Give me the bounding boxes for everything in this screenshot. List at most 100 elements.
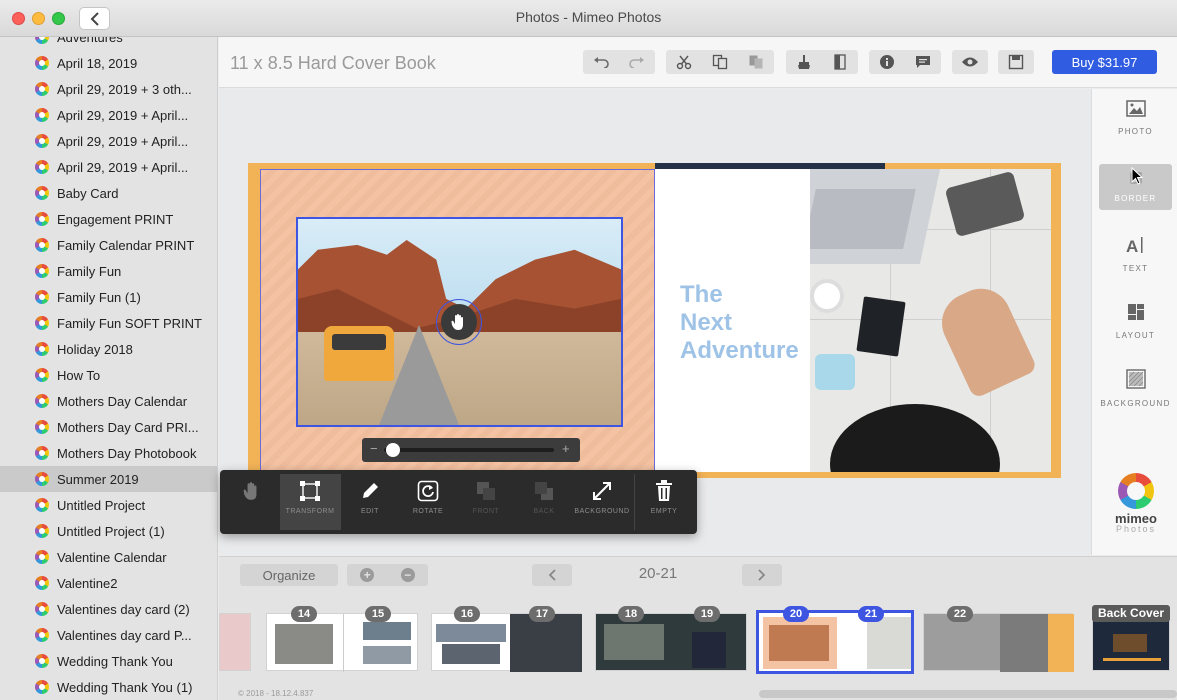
project-item[interactable]: Untitled Project (1) — [0, 518, 217, 544]
cut-icon — [676, 55, 692, 70]
redo-button[interactable] — [619, 50, 655, 74]
project-label: Mothers Day Card PRI... — [57, 419, 199, 435]
headline-text[interactable]: The Next Adventure — [680, 281, 799, 365]
spread-thumbnail-20-21[interactable] — [756, 610, 914, 674]
thumb-zoom-in-button[interactable]: + — [347, 564, 388, 586]
rotate-icon — [417, 474, 439, 508]
right-page[interactable]: The Next Adventure — [655, 169, 1051, 472]
zoom-knob[interactable] — [385, 443, 400, 457]
project-icon — [35, 238, 49, 252]
panel-photo-button[interactable]: PHOTO — [1099, 95, 1172, 141]
project-item[interactable]: Mothers Day Calendar — [0, 388, 217, 414]
project-item[interactable]: Mothers Day Card PRI... — [0, 414, 217, 440]
project-item[interactable]: Wedding Thank You — [0, 648, 217, 674]
save-icon — [1008, 54, 1024, 70]
trash-icon — [654, 474, 674, 508]
project-item[interactable]: Family Fun — [0, 258, 217, 284]
project-label: How To — [57, 367, 101, 383]
travel-map-photo[interactable] — [810, 169, 1051, 472]
zoom-out-icon[interactable]: − — [370, 441, 378, 456]
project-icon — [35, 212, 49, 226]
clean-button[interactable] — [786, 50, 822, 74]
toolbar-divider — [634, 474, 635, 530]
copy-button[interactable] — [702, 50, 738, 74]
project-item[interactable]: Family Fun (1) — [0, 284, 217, 310]
spread-thumbnail-14-15[interactable] — [266, 613, 418, 672]
project-icon — [35, 394, 49, 408]
project-item[interactable]: April 18, 2019 — [0, 50, 217, 76]
back-cover-label: Back Cover — [1092, 605, 1171, 622]
project-label: Valentines day card (2) — [57, 601, 190, 617]
project-label: April 29, 2019 + 3 oth... — [57, 81, 192, 97]
cut-button[interactable] — [666, 50, 702, 74]
page-number-badge: 14 — [291, 606, 317, 622]
project-item[interactable]: Valentine Calendar — [0, 544, 217, 570]
headline-line-3: Adventure — [680, 337, 799, 364]
undo-button[interactable] — [583, 50, 619, 74]
project-item[interactable]: April 29, 2019 + 3 oth... — [0, 76, 217, 102]
panel-background-button[interactable]: BACKGROUND — [1099, 365, 1172, 411]
selected-photo-frame[interactable] — [296, 217, 623, 427]
panel-text-button[interactable]: A TEXT — [1099, 231, 1172, 277]
project-item[interactable]: Family Fun SOFT PRINT — [0, 310, 217, 336]
zoom-in-icon[interactable]: + — [562, 441, 570, 456]
horizontal-scrollbar[interactable] — [759, 690, 1177, 698]
tool-back-button[interactable]: BACK — [514, 474, 574, 530]
preview-button[interactable] — [952, 50, 988, 74]
project-label: Wedding Thank You — [57, 653, 173, 669]
info-button[interactable] — [869, 50, 905, 74]
project-item[interactable]: Holiday 2018 — [0, 336, 217, 362]
project-item[interactable]: Valentines day card P... — [0, 622, 217, 648]
thumb-zoom-out-button[interactable]: − — [388, 564, 429, 586]
panel-layout-button[interactable]: LAYOUT — [1099, 298, 1172, 344]
tool-edit-button[interactable]: EDIT — [340, 474, 400, 530]
tool-label: BACK — [533, 508, 555, 515]
project-label: Holiday 2018 — [57, 341, 133, 357]
mimeo-logo-icon — [1118, 473, 1154, 509]
project-item[interactable]: Family Calendar PRINT — [0, 232, 217, 258]
comment-button[interactable] — [905, 50, 941, 74]
tool-background-button[interactable]: BACKGROUND — [572, 474, 632, 530]
pencil-icon — [360, 474, 380, 508]
project-label: Family Calendar PRINT — [57, 237, 195, 253]
book-view-button[interactable] — [822, 50, 858, 74]
pan-handle[interactable] — [436, 299, 482, 345]
spread-thumbnail-16-17[interactable] — [431, 613, 582, 672]
project-item[interactable]: Valentines day card (2) — [0, 596, 217, 622]
project-item[interactable]: April 29, 2019 + April... — [0, 128, 217, 154]
save-button[interactable] — [998, 50, 1034, 74]
paste-button[interactable] — [738, 50, 774, 74]
project-item-selected[interactable]: Summer 2019 — [0, 466, 217, 492]
spread-thumbnail-18-19[interactable] — [595, 613, 747, 671]
page-thumbnail[interactable] — [219, 613, 251, 671]
project-item[interactable]: Engagement PRINT — [0, 206, 217, 232]
tool-transform-button[interactable]: TRANSFORM — [280, 474, 340, 530]
project-item[interactable]: Valentine2 — [0, 570, 217, 596]
previous-page-button[interactable] — [532, 564, 572, 586]
project-item[interactable]: Adventures — [0, 37, 217, 50]
project-item[interactable]: How To — [0, 362, 217, 388]
project-icon — [35, 446, 49, 460]
spread-thumbnail-22[interactable] — [923, 613, 1074, 672]
buy-button[interactable]: Buy $31.97 — [1052, 50, 1157, 74]
project-icon — [35, 82, 49, 96]
page-number-badge-selected: 20 — [783, 606, 809, 622]
organize-button[interactable]: Organize — [240, 564, 338, 586]
project-icon — [35, 134, 49, 148]
project-sidebar[interactable]: Adventures April 18, 2019 April 29, 2019 +… — [0, 37, 218, 700]
left-page[interactable]: − + — [260, 169, 655, 472]
next-page-button[interactable] — [742, 564, 782, 586]
project-item[interactable]: April 29, 2019 + April... — [0, 154, 217, 180]
project-item[interactable]: Baby Card — [0, 180, 217, 206]
tool-empty-button[interactable]: EMPTY — [634, 474, 694, 530]
tool-pan-button[interactable] — [222, 474, 282, 530]
project-item[interactable]: Wedding Thank You (1) — [0, 674, 217, 700]
tool-front-button[interactable]: FRONT — [456, 474, 516, 530]
tool-rotate-button[interactable]: ROTATE — [398, 474, 458, 530]
zoom-track[interactable] — [384, 443, 554, 457]
project-item[interactable]: April 29, 2019 + April... — [0, 102, 217, 128]
project-item[interactable]: Mothers Day Photobook — [0, 440, 217, 466]
panel-label: PHOTO — [1118, 127, 1153, 136]
photo-zoom-slider[interactable]: − + — [362, 438, 580, 462]
project-item[interactable]: Untitled Project — [0, 492, 217, 518]
